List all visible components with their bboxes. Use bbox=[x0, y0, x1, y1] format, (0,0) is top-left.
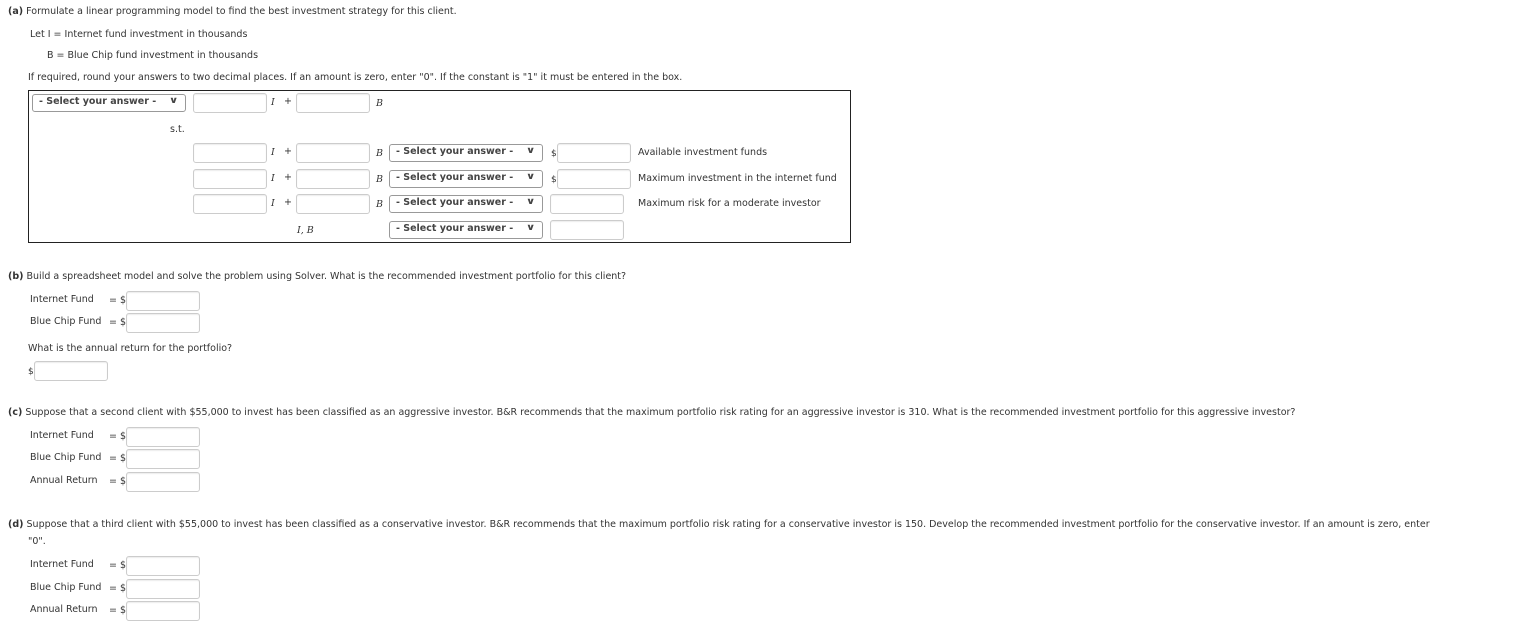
equals-dollar: = $ bbox=[109, 560, 127, 571]
annual-return-question: What is the annual return for the portfo… bbox=[28, 343, 233, 354]
equals-dollar: = $ bbox=[109, 295, 127, 306]
instructions: If required, round your answers to two d… bbox=[28, 72, 683, 83]
var-b: B bbox=[376, 199, 383, 210]
equals-dollar: = $ bbox=[109, 453, 127, 464]
equals-dollar: = $ bbox=[109, 583, 127, 594]
constraint-1-b-coef-input[interactable] bbox=[296, 143, 370, 163]
constraint-1-i-coef-input[interactable] bbox=[193, 143, 267, 163]
blue-chip-fund-label: Blue Chip Fund bbox=[30, 316, 102, 327]
part-b-label: (b) bbox=[8, 271, 24, 282]
internet-fund-label: Internet Fund bbox=[30, 294, 94, 305]
select-value: - Select your answer - bbox=[396, 172, 514, 183]
part-c-question: (c) Suppose that a second client with $5… bbox=[8, 407, 1295, 418]
nonneg-rhs-input[interactable] bbox=[550, 220, 624, 240]
var-i: I bbox=[271, 147, 275, 158]
constraint-1-relation-select[interactable]: - Select your answer - ∨ bbox=[389, 144, 543, 162]
chevron-down-icon: ∨ bbox=[525, 223, 536, 233]
constraint-3-label: Maximum risk for a moderate investor bbox=[638, 198, 821, 209]
part-b-text: Build a spreadsheet model and solve the … bbox=[26, 271, 627, 282]
var-b: B bbox=[376, 148, 383, 159]
chevron-down-icon: ∨ bbox=[525, 197, 536, 207]
part-c-blue-chip-fund-input[interactable] bbox=[126, 449, 200, 469]
constraint-2-label: Maximum investment in the internet fund bbox=[638, 173, 837, 184]
constraint-3-rhs-input[interactable] bbox=[550, 194, 624, 214]
dollar-sign: $ bbox=[28, 367, 34, 377]
annual-return-label: Annual Return bbox=[30, 475, 98, 486]
part-c-text: Suppose that a second client with $55,00… bbox=[25, 407, 1296, 418]
constraint-2-i-coef-input[interactable] bbox=[193, 169, 267, 189]
annual-return-label: Annual Return bbox=[30, 604, 98, 615]
part-c-internet-fund-input[interactable] bbox=[126, 427, 200, 447]
select-value: - Select your answer - bbox=[396, 197, 514, 208]
plus-sign: + bbox=[284, 197, 292, 208]
plus-sign: + bbox=[284, 172, 292, 183]
constraint-2-rhs-input[interactable] bbox=[557, 169, 631, 189]
constraint-2-b-coef-input[interactable] bbox=[296, 169, 370, 189]
internet-fund-label: Internet Fund bbox=[30, 430, 94, 441]
part-d-internet-fund-input[interactable] bbox=[126, 556, 200, 576]
plus-sign: + bbox=[284, 96, 292, 107]
select-value: - Select your answer - bbox=[396, 146, 514, 157]
var-b: B bbox=[376, 174, 383, 185]
nonneg-vars: I, B bbox=[297, 225, 314, 236]
objective-select-value: - Select your answer - bbox=[39, 96, 157, 107]
constraint-1-label: Available investment funds bbox=[638, 147, 768, 158]
plus-sign: + bbox=[284, 146, 292, 157]
objective-select[interactable]: - Select your answer - ∨ bbox=[32, 94, 186, 112]
constraint-3-relation-select[interactable]: - Select your answer - ∨ bbox=[389, 195, 543, 213]
blue-chip-fund-label: Blue Chip Fund bbox=[30, 452, 102, 463]
blue-chip-fund-label: Blue Chip Fund bbox=[30, 582, 102, 593]
chevron-down-icon: ∨ bbox=[525, 146, 536, 156]
part-d-question-cont: "0". bbox=[28, 536, 46, 547]
constraint-3-i-coef-input[interactable] bbox=[193, 194, 267, 214]
let-i-definition: Let I = Internet fund investment in thou… bbox=[30, 29, 248, 40]
chevron-down-icon: ∨ bbox=[525, 172, 536, 182]
internet-fund-label: Internet Fund bbox=[30, 559, 94, 570]
objective-b-coef-input[interactable] bbox=[296, 93, 370, 113]
part-a-question: (a) Formulate a linear programming model… bbox=[8, 6, 457, 17]
constraint-1-rhs-input[interactable] bbox=[557, 143, 631, 163]
dollar-sign: $ bbox=[551, 175, 557, 185]
dollar-sign: $ bbox=[551, 149, 557, 159]
select-value: - Select your answer - bbox=[396, 223, 514, 234]
var-i: I bbox=[271, 97, 275, 108]
let-b-definition: B = Blue Chip fund investment in thousan… bbox=[47, 50, 259, 61]
part-d-annual-return-input[interactable] bbox=[126, 601, 200, 621]
part-a-text: Formulate a linear programming model to … bbox=[26, 6, 457, 17]
part-b-question: (b) Build a spreadsheet model and solve … bbox=[8, 271, 626, 282]
objective-i-coef-input[interactable] bbox=[193, 93, 267, 113]
equals-dollar: = $ bbox=[109, 431, 127, 442]
part-d-blue-chip-fund-input[interactable] bbox=[126, 579, 200, 599]
equals-dollar: = $ bbox=[109, 317, 127, 328]
part-d-text: Suppose that a third client with $55,000… bbox=[26, 519, 1430, 530]
constraint-2-relation-select[interactable]: - Select your answer - ∨ bbox=[389, 170, 543, 188]
var-i: I bbox=[271, 198, 275, 209]
constraint-3-b-coef-input[interactable] bbox=[296, 194, 370, 214]
part-c-annual-return-input[interactable] bbox=[126, 472, 200, 492]
var-i: I bbox=[271, 173, 275, 184]
subject-to-label: s.t. bbox=[170, 124, 185, 135]
part-b-internet-fund-input[interactable] bbox=[126, 291, 200, 311]
part-d-label: (d) bbox=[8, 519, 24, 530]
part-b-annual-return-input[interactable] bbox=[34, 361, 108, 381]
chevron-down-icon: ∨ bbox=[168, 96, 179, 106]
part-b-blue-chip-fund-input[interactable] bbox=[126, 313, 200, 333]
part-c-label: (c) bbox=[8, 407, 23, 418]
part-d-question: (d) Suppose that a third client with $55… bbox=[8, 519, 1430, 530]
nonneg-relation-select[interactable]: - Select your answer - ∨ bbox=[389, 221, 543, 239]
var-b: B bbox=[376, 98, 383, 109]
equals-dollar: = $ bbox=[109, 605, 127, 616]
part-a-label: (a) bbox=[8, 6, 24, 17]
equals-dollar: = $ bbox=[109, 476, 127, 487]
